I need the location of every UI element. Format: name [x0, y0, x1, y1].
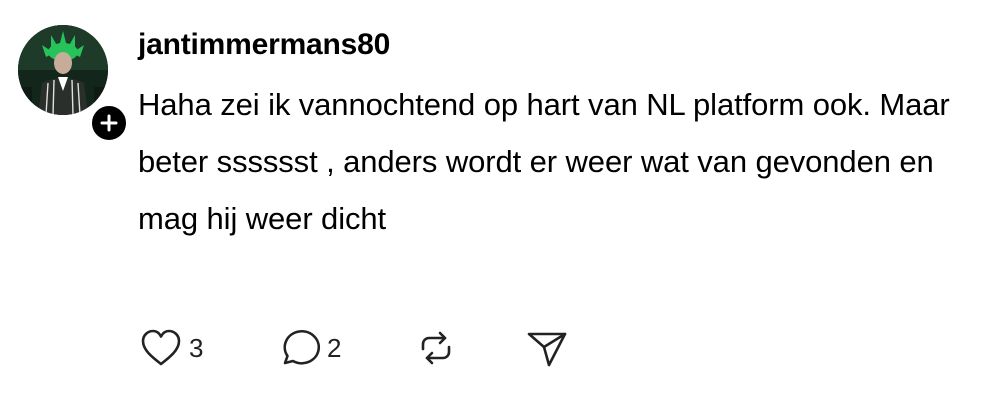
heart-icon: [141, 329, 181, 366]
share-button[interactable]: [524, 325, 570, 371]
avatar-container: [18, 25, 130, 144]
avatar[interactable]: [18, 25, 108, 115]
reply-count: 2: [327, 332, 342, 363]
repost-icon: [421, 331, 451, 365]
like-count: 3: [189, 332, 204, 363]
speech-bubble-icon: [283, 330, 320, 365]
profile-photo: [18, 25, 108, 115]
comment-post: jantimmermans80 Haha zei ik vannochtend …: [0, 0, 982, 394]
like-button[interactable]: 3: [138, 325, 203, 371]
repost-button[interactable]: [413, 325, 459, 371]
follow-button[interactable]: [88, 102, 130, 144]
reply-button[interactable]: 2: [276, 325, 341, 371]
plus-icon: [100, 114, 118, 132]
comment-text: Haha zei ik vannochtend op hart van NL p…: [138, 87, 950, 236]
send-icon: [527, 332, 567, 367]
username[interactable]: jantimmermans80: [138, 23, 390, 67]
